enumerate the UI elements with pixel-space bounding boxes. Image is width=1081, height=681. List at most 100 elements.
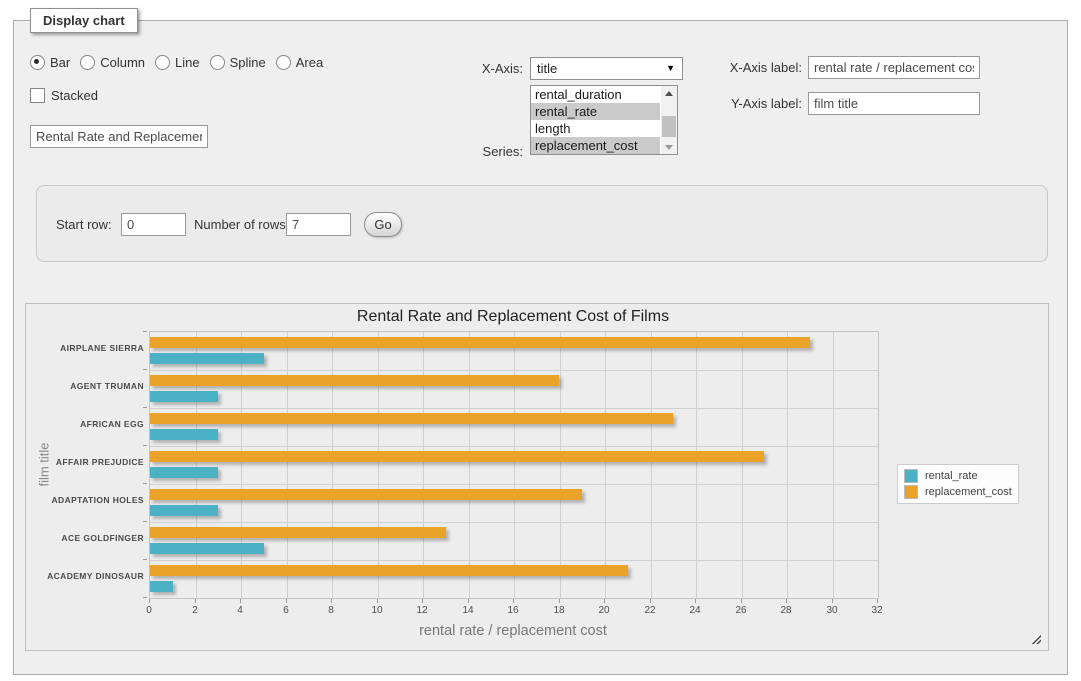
resize-handle-icon[interactable] bbox=[1030, 633, 1041, 644]
go-button[interactable]: Go bbox=[364, 212, 402, 237]
x-tick-label: 16 bbox=[493, 605, 533, 616]
gridline bbox=[287, 332, 288, 598]
number-of-rows-label: Number of rows: bbox=[194, 217, 289, 232]
radio-button-icon[interactable] bbox=[155, 55, 170, 70]
radio-option-area[interactable]: Area bbox=[276, 55, 323, 70]
x-axis-select[interactable]: title ▼ bbox=[530, 57, 683, 80]
chart-legend: rental_rate replacement_cost bbox=[897, 464, 1019, 504]
bar-replacement-cost bbox=[150, 337, 810, 348]
chart-title-input[interactable] bbox=[30, 125, 208, 148]
legend-swatch-icon bbox=[904, 485, 918, 499]
x-axis-label-input[interactable] bbox=[808, 56, 980, 79]
x-tick-mark bbox=[240, 599, 241, 603]
x-tick-mark bbox=[513, 599, 514, 603]
radio-button-icon[interactable] bbox=[80, 55, 95, 70]
gridline bbox=[150, 522, 878, 523]
series-option-length[interactable]: length bbox=[531, 120, 660, 137]
bar-rental-rate bbox=[150, 353, 264, 364]
checkbox-icon[interactable] bbox=[30, 88, 45, 103]
x-tick-label: 20 bbox=[584, 605, 624, 616]
x-tick-mark bbox=[149, 599, 150, 603]
x-axis-selected-value: title bbox=[537, 61, 557, 76]
gridline bbox=[150, 446, 878, 447]
y-category-label: ACE GOLDFINGER bbox=[46, 533, 144, 543]
radio-button-icon[interactable] bbox=[30, 55, 45, 70]
x-tick-mark bbox=[331, 599, 332, 603]
number-of-rows-input[interactable] bbox=[286, 213, 351, 236]
bar-replacement-cost bbox=[150, 375, 559, 386]
scrollbar-thumb[interactable] bbox=[662, 116, 676, 137]
radio-option-spline[interactable]: Spline bbox=[210, 55, 266, 70]
y-axis-label-input[interactable] bbox=[808, 92, 980, 115]
x-tick-label: 18 bbox=[539, 605, 579, 616]
legend-item: replacement_cost bbox=[900, 484, 1016, 500]
y-axis-label-text: Y-Axis label: bbox=[712, 96, 802, 111]
radio-option-bar[interactable]: Bar bbox=[30, 55, 70, 70]
legend-series-name: rental_rate bbox=[925, 470, 978, 482]
y-category-label: AIRPLANE SIERRA bbox=[46, 343, 144, 353]
y-tick-mark bbox=[143, 369, 147, 370]
x-tick-label: 8 bbox=[311, 605, 351, 616]
radio-label: Spline bbox=[230, 55, 266, 70]
bar-rental-rate bbox=[150, 581, 173, 592]
bar-rental-rate bbox=[150, 505, 218, 516]
bar-replacement-cost bbox=[150, 413, 673, 424]
gridline bbox=[696, 332, 697, 598]
bar-replacement-cost bbox=[150, 489, 582, 500]
series-option-rental-duration[interactable]: rental_duration bbox=[531, 86, 660, 103]
x-tick-label: 22 bbox=[630, 605, 670, 616]
gridline bbox=[378, 332, 379, 598]
gridline bbox=[150, 560, 878, 561]
scrollbar[interactable] bbox=[661, 86, 677, 154]
gridline bbox=[469, 332, 470, 598]
radio-option-line[interactable]: Line bbox=[155, 55, 200, 70]
start-row-input[interactable] bbox=[121, 213, 186, 236]
gridline bbox=[150, 370, 878, 371]
gridline bbox=[150, 484, 878, 485]
gridline bbox=[560, 332, 561, 598]
x-axis-title: rental rate / replacement cost bbox=[149, 623, 877, 639]
row-controls-panel: Start row: Number of rows: Go bbox=[36, 185, 1048, 262]
x-tick-label: 32 bbox=[857, 605, 897, 616]
y-tick-mark bbox=[143, 521, 147, 522]
x-tick-label: 24 bbox=[675, 605, 715, 616]
bar-replacement-cost bbox=[150, 565, 628, 576]
x-tick-mark bbox=[195, 599, 196, 603]
stacked-checkbox-row[interactable]: Stacked bbox=[30, 88, 98, 103]
gridline bbox=[196, 332, 197, 598]
gridline bbox=[423, 332, 424, 598]
y-tick-mark bbox=[143, 331, 147, 332]
scroll-up-button[interactable] bbox=[661, 86, 677, 101]
y-category-label: ACADEMY DINOSAUR bbox=[46, 571, 144, 581]
y-category-label: ADAPTATION HOLES bbox=[46, 495, 144, 505]
legend-swatch-icon bbox=[904, 469, 918, 483]
y-tick-mark bbox=[143, 445, 147, 446]
fieldset-legend: Display chart bbox=[30, 8, 138, 33]
y-tick-mark bbox=[143, 559, 147, 560]
x-tick-mark bbox=[741, 599, 742, 603]
y-category-label: AFFAIR PREJUDICE bbox=[46, 457, 144, 467]
series-option-replacement-cost[interactable]: replacement_cost bbox=[531, 137, 660, 154]
radio-label: Bar bbox=[50, 55, 70, 70]
start-row-label: Start row: bbox=[56, 217, 112, 232]
series-option-rental-rate[interactable]: rental_rate bbox=[531, 103, 660, 120]
radio-button-icon[interactable] bbox=[210, 55, 225, 70]
x-tick-label: 10 bbox=[357, 605, 397, 616]
x-tick-mark bbox=[786, 599, 787, 603]
legend-item: rental_rate bbox=[900, 468, 1016, 484]
scroll-down-button[interactable] bbox=[661, 139, 677, 154]
plot-area bbox=[149, 331, 879, 599]
series-multiselect[interactable]: rental_duration rental_rate length repla… bbox=[530, 85, 678, 155]
x-tick-label: 14 bbox=[448, 605, 488, 616]
chart-type-radio-group: Bar Column Line Spline Area bbox=[30, 55, 333, 70]
chevron-down-icon: ▼ bbox=[666, 58, 675, 79]
radio-button-icon[interactable] bbox=[276, 55, 291, 70]
series-select-label: Series: bbox=[455, 144, 523, 159]
y-category-label: AGENT TRUMAN bbox=[46, 381, 144, 391]
x-tick-label: 28 bbox=[766, 605, 806, 616]
gridline bbox=[150, 408, 878, 409]
x-tick-mark bbox=[468, 599, 469, 603]
bar-rental-rate bbox=[150, 467, 218, 478]
bar-replacement-cost bbox=[150, 527, 446, 538]
radio-option-column[interactable]: Column bbox=[80, 55, 145, 70]
